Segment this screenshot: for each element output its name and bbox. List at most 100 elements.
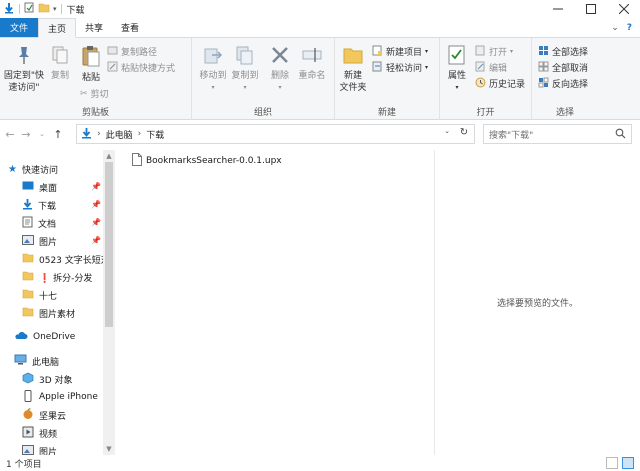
new-item-icon — [372, 45, 383, 59]
pin-quick-access-button[interactable]: 固定到"快速访问" — [3, 44, 45, 94]
view-switcher — [606, 457, 634, 469]
navigation-pane: ★ 快速访问 桌面 📌 下载 📌 文档 📌 图片 📌 0523 文字长短对 ❗ … — [0, 150, 115, 456]
address-dropdown-icon[interactable]: ⌄ — [440, 127, 454, 141]
properties-button[interactable]: 属性 ▾ — [444, 44, 470, 94]
nav-item-pictures[interactable]: 图片 — [22, 232, 57, 250]
new-item-dropdown-icon: ▾ — [425, 48, 429, 55]
ribbon-group-select: 全部选择 全部取消 反向选择 选择 — [532, 38, 598, 120]
pin-icon[interactable]: 📌 — [91, 236, 101, 245]
jianguoyun-icon — [22, 407, 34, 423]
nav-quick-access-label: 快速访问 — [21, 165, 58, 176]
copy-path-button[interactable]: 复制路径 — [107, 44, 157, 59]
collapse-ribbon-icon[interactable]: ⌄ — [611, 23, 619, 33]
breadcrumb-chevron-icon[interactable]: › — [138, 129, 142, 139]
cut-button[interactable]: ✂ 剪切 — [80, 86, 109, 101]
new-item-button[interactable]: 新建项目 ▾ — [372, 44, 428, 59]
copy-to-dropdown-icon: ▾ — [243, 84, 247, 91]
open-button[interactable]: 打开 ▾ — [475, 44, 513, 59]
ribbon-group-clipboard: 固定到"快速访问" 复制 粘贴 复制路径 粘贴快捷方式 ✂ 剪切 剪贴板 — [0, 38, 192, 120]
nav-item-documents[interactable]: 文档 — [22, 214, 56, 232]
scrollbar-thumb[interactable] — [105, 162, 113, 327]
search-input[interactable]: 搜索"下载" — [483, 124, 632, 144]
history-label: 历史记录 — [489, 80, 526, 90]
details-view-icon[interactable] — [606, 457, 618, 469]
file-icon — [132, 153, 142, 169]
select-all-button[interactable]: 全部选择 — [538, 44, 588, 59]
file-list[interactable]: BookmarksSearcher-0.0.1.upx — [118, 150, 434, 455]
rename-button[interactable]: 重命名 — [296, 44, 328, 82]
large-icons-view-icon[interactable] — [622, 457, 634, 469]
breadcrumb-this-pc[interactable]: 此电脑 — [106, 128, 133, 141]
move-to-icon — [202, 44, 224, 70]
breadcrumb-downloads[interactable]: 下载 — [146, 128, 164, 141]
nav-onedrive[interactable]: OneDrive — [14, 328, 75, 346]
new-folder-qat-icon[interactable] — [38, 2, 50, 16]
pin-icon[interactable]: 📌 — [91, 218, 101, 227]
qat-dropdown-icon[interactable]: ▾ — [53, 5, 57, 13]
window-title: 下载 — [66, 5, 85, 16]
refresh-icon[interactable]: ↻ — [457, 127, 471, 141]
paste-button[interactable]: 粘贴 — [76, 44, 106, 84]
nav-item-iphone[interactable]: Apple iPhone — [22, 388, 98, 406]
nav-this-pc[interactable]: 此电脑 — [14, 352, 59, 370]
easy-access-dropdown-icon: ▾ — [425, 64, 429, 71]
nav-item-folder[interactable]: 图片素材 — [22, 304, 75, 322]
preview-message: 选择要预览的文件。 — [496, 299, 578, 309]
recent-locations-icon[interactable]: ⌄ — [34, 130, 50, 138]
tab-home[interactable]: 主页 — [38, 18, 77, 38]
scissors-icon: ✂ — [80, 88, 88, 99]
search-placeholder: 搜索"下载" — [489, 130, 534, 141]
nav-quick-access[interactable]: ★ 快速访问 — [8, 160, 58, 178]
download-arrow-icon[interactable] — [3, 2, 15, 17]
scroll-down-icon[interactable]: ▼ — [103, 443, 115, 455]
nav-item-folder[interactable]: ❗ 拆分-分发 — [22, 268, 92, 286]
copy-to-icon — [234, 44, 256, 70]
scroll-up-icon[interactable]: ▲ — [103, 150, 115, 162]
invert-selection-button[interactable]: 反向选择 — [538, 76, 588, 91]
tab-share[interactable]: 共享 — [76, 18, 112, 37]
edit-button[interactable]: 编辑 — [475, 60, 507, 75]
nav-item-folder[interactable]: 0523 文字长短对 — [22, 250, 110, 268]
copy-button[interactable]: 复制 — [48, 44, 72, 82]
nav-pane-scrollbar[interactable]: ▲ ▼ — [103, 150, 115, 455]
nav-item-folder[interactable]: 十七 — [22, 286, 57, 304]
back-arrow-icon[interactable]: ← — [2, 128, 18, 141]
move-to-button[interactable]: 移动到 ▾ — [198, 44, 228, 94]
pin-icon — [13, 44, 35, 70]
ribbon-group-new: 新建 文件夹 新建项目 ▾ 轻松访问 ▾ 新建 — [335, 38, 440, 120]
paste-shortcut-button[interactable]: 粘贴快捷方式 — [107, 60, 175, 75]
nav-item-pictures-pc[interactable]: 图片 — [22, 442, 57, 455]
forward-arrow-icon[interactable]: → — [18, 128, 34, 141]
close-button[interactable] — [607, 0, 640, 18]
nav-item-videos[interactable]: 视频 — [22, 424, 57, 442]
nav-item-desktop[interactable]: 桌面 — [22, 178, 57, 196]
select-none-button[interactable]: 全部取消 — [538, 60, 588, 75]
tab-file[interactable]: 文件 — [0, 18, 39, 37]
file-name: BookmarksSearcher-0.0.1.upx — [146, 156, 282, 166]
history-icon — [475, 77, 486, 91]
ribbon: 固定到"快速访问" 复制 粘贴 复制路径 粘贴快捷方式 ✂ 剪切 剪贴板 移动到… — [0, 38, 640, 120]
tab-view[interactable]: 查看 — [112, 18, 148, 37]
history-button[interactable]: 历史记录 — [475, 76, 525, 91]
nav-item-3d-objects[interactable]: 3D 对象 — [22, 370, 73, 388]
edit-label: 编辑 — [489, 64, 508, 74]
nav-item-jianguoyun[interactable]: 坚果云 — [22, 406, 66, 424]
pin-icon[interactable]: 📌 — [91, 200, 101, 209]
breadcrumb-chevron-icon[interactable]: › — [97, 129, 101, 139]
search-icon — [615, 128, 626, 142]
clipboard-group-label: 剪贴板 — [81, 108, 109, 118]
pin-icon[interactable]: 📌 — [91, 182, 101, 191]
minimize-button[interactable] — [541, 0, 574, 18]
maximize-button[interactable] — [574, 0, 607, 18]
nav-item-downloads[interactable]: 下载 — [22, 196, 56, 214]
easy-access-button[interactable]: 轻松访问 ▾ — [372, 60, 428, 75]
delete-x-icon — [269, 44, 291, 70]
file-item[interactable]: BookmarksSearcher-0.0.1.upx — [132, 153, 282, 169]
up-arrow-icon[interactable]: ↑ — [50, 128, 66, 141]
properties-qat-icon[interactable] — [24, 2, 35, 16]
new-folder-button[interactable]: 新建 文件夹 — [337, 44, 369, 94]
delete-button[interactable]: 删除 ▾ — [268, 44, 292, 94]
help-icon[interactable]: ? — [627, 23, 632, 33]
copy-to-button[interactable]: 复制到 ▾ — [230, 44, 260, 94]
address-bar[interactable]: › 此电脑 › 下载 ⌄ ↻ — [76, 124, 475, 144]
